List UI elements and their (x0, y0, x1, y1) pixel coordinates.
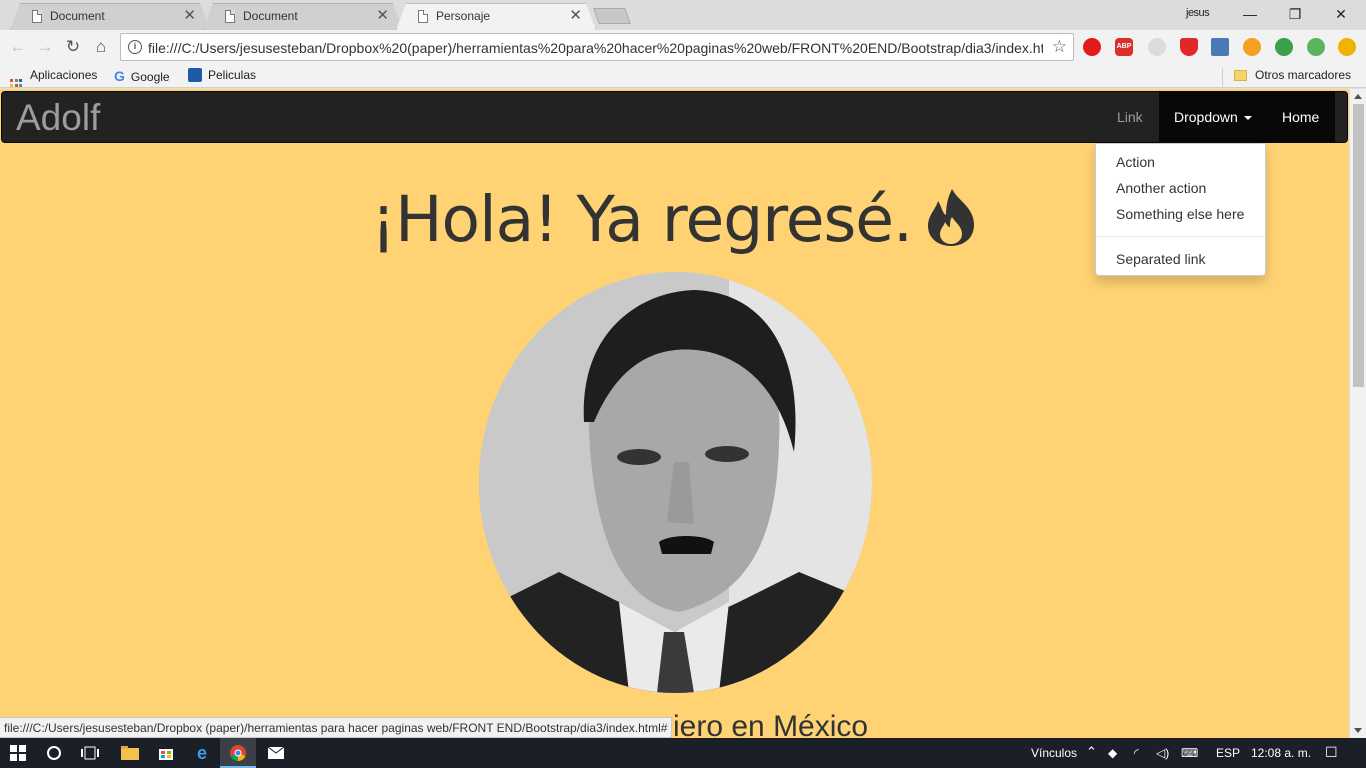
document-icon (225, 10, 235, 23)
windows-start-icon[interactable] (0, 738, 36, 768)
bookmark-label: Aplicaciones (30, 68, 98, 82)
dropdown-item-separated-link[interactable]: Separated link (1116, 251, 1206, 267)
equalizer-extension-icon[interactable] (1211, 38, 1229, 56)
dropdown-item-action[interactable]: Action (1116, 154, 1155, 170)
nav-home[interactable]: Home (1267, 92, 1335, 142)
bookmark-peliculas[interactable]: Peliculas (188, 68, 256, 82)
home-icon[interactable]: ⌂ (90, 36, 112, 58)
dropdown-divider (1096, 236, 1265, 237)
reload-icon[interactable]: ↻ (62, 36, 84, 58)
task-view-icon[interactable] (72, 738, 108, 768)
chevron-up-icon[interactable]: ⌃ (1086, 744, 1097, 760)
browser-tab-personaje[interactable]: Personaje ✕ (396, 3, 596, 30)
forward-icon[interactable]: → (34, 36, 56, 58)
chrome-taskbar-icon[interactable] (220, 738, 256, 768)
scrollbar-thumb[interactable] (1353, 104, 1364, 387)
windows-taskbar: e Vínculos ⌃ ◆ ◜ ◁) ⌨ ESP 12:08 a. m. ☐ (0, 738, 1366, 768)
mail-icon[interactable] (258, 738, 294, 768)
adblock-extension-icon[interactable]: ABP (1115, 38, 1133, 56)
bookmark-label: Peliculas (208, 68, 257, 82)
folder-icon (1234, 70, 1247, 81)
document-icon (418, 10, 428, 23)
address-bar[interactable]: i file:///C:/Users/jesusesteban/Dropbox%… (120, 33, 1074, 61)
tab-title: Personaje (436, 9, 491, 23)
opera-extension-icon[interactable] (1083, 38, 1101, 56)
notifications-icon[interactable]: ☐ (1325, 744, 1338, 761)
dropdown-item-something-else[interactable]: Something else here (1116, 206, 1244, 222)
portrait-image (479, 272, 872, 693)
page-subtitle: iero en México (673, 710, 869, 738)
bookmarks-separator (1222, 68, 1223, 86)
close-window-icon[interactable]: ✕ (1318, 3, 1364, 25)
search-icon[interactable] (36, 738, 72, 768)
minimize-icon[interactable]: — (1227, 3, 1273, 25)
fire-icon (928, 189, 975, 246)
tab-title: Document (50, 9, 105, 23)
info-icon[interactable]: i (128, 40, 142, 54)
bookmark-otros-marcadores[interactable]: Otros marcadores (1234, 68, 1351, 82)
chrome-extension-icon[interactable] (1307, 38, 1325, 56)
close-tab-icon[interactable]: ✕ (183, 3, 196, 29)
dropbox-icon[interactable]: ◆ (1108, 746, 1117, 760)
nav-link[interactable]: Link (1102, 92, 1158, 142)
close-tab-icon[interactable]: ✕ (569, 3, 582, 29)
nav-dropdown-toggle[interactable]: Dropdown (1159, 92, 1267, 142)
page-scrollbar[interactable] (1349, 89, 1366, 738)
site-navbar: Adolf Link Dropdown Home (1, 91, 1348, 143)
hero-title-text: ¡Hola! Ya regresé. (370, 183, 913, 256)
url-text[interactable]: file:///C:/Users/jesusesteban/Dropbox%20… (148, 40, 1043, 56)
keyboard-icon[interactable]: ⌨ (1181, 746, 1198, 760)
bookmark-label: Google (130, 70, 170, 84)
scroll-up-icon[interactable] (1354, 94, 1362, 99)
volume-icon[interactable]: ◁) (1156, 746, 1169, 760)
bookmark-favicon-icon (188, 68, 202, 82)
close-tab-icon[interactable]: ✕ (376, 3, 389, 29)
clock[interactable]: 12:08 a. m. (1251, 746, 1311, 760)
file-explorer-icon[interactable] (112, 738, 148, 768)
portrait-photo (479, 272, 872, 693)
profile-name[interactable]: jesus (1186, 7, 1210, 19)
restore-icon[interactable]: ❐ (1272, 3, 1318, 25)
wifi-icon[interactable]: ◜ (1134, 746, 1139, 760)
document-icon (32, 10, 42, 23)
browser-tab-document-2[interactable]: Document ✕ (203, 3, 403, 30)
dropdown-menu: Action Another action Something else her… (1095, 143, 1266, 276)
extension-puzzle-icon[interactable] (1148, 38, 1166, 56)
bookmark-label: Otros marcadores (1255, 68, 1352, 82)
bookmarks-bar: Aplicaciones G Google Peliculas Otros mar… (0, 64, 1366, 93)
shield-extension-icon[interactable] (1180, 38, 1198, 56)
dropdown-item-another-action[interactable]: Another action (1116, 180, 1206, 196)
bookmark-google[interactable]: G Google (114, 68, 170, 84)
globe-extension-icon[interactable] (1275, 38, 1293, 56)
store-icon[interactable] (148, 738, 184, 768)
browser-tab-strip: Document ✕ Document ✕ Personaje ✕ jesus … (0, 0, 1366, 30)
alert-extension-icon[interactable] (1338, 38, 1356, 56)
status-bubble: file:///C:/Users/jesusesteban/Dropbox (p… (0, 717, 673, 738)
dropdown-label: Dropdown (1174, 109, 1238, 125)
google-icon: G (114, 68, 125, 84)
language-indicator[interactable]: ESP (1216, 746, 1240, 760)
tray-links-label[interactable]: Vínculos (1031, 746, 1077, 760)
tab-title: Document (243, 9, 298, 23)
page-viewport: ¡Hola! Ya regresé. iero en México Adolf … (0, 89, 1349, 738)
scroll-down-icon[interactable] (1354, 728, 1362, 733)
bookmark-star-icon[interactable]: ☆ (1052, 37, 1067, 57)
new-tab-button[interactable] (593, 8, 631, 24)
edge-icon[interactable]: e (184, 738, 220, 768)
back-icon[interactable]: ← (7, 36, 29, 58)
caret-down-icon (1243, 116, 1252, 121)
firefox-extension-icon[interactable] (1243, 38, 1261, 56)
browser-tab-document-1[interactable]: Document ✕ (10, 3, 210, 30)
navbar-brand[interactable]: Adolf (16, 97, 100, 139)
